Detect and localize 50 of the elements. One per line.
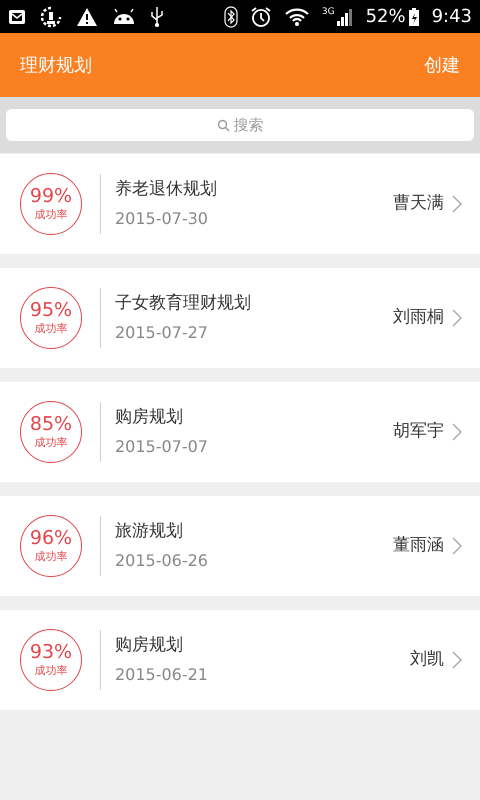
rate-label: 成功率 [34,550,68,564]
rate-value: 96% [30,528,72,548]
rate-value: 95% [30,300,72,320]
rate-label: 成功率 [34,664,68,678]
plan-title: 购房规划 [115,634,184,658]
plan-card[interactable]: 95% 成功率 子女教育理财规划 2015-07-27 刘雨桐 [0,268,480,368]
rate-value: 99% [30,186,72,206]
plan-date: 2015-07-07 [115,436,209,458]
signal-icon [336,8,354,26]
client-name: 胡军宇 [393,420,444,444]
plan-title: 养老退休规划 [115,178,218,202]
plan-date: 2015-06-21 [115,664,209,686]
chevron-right-icon [452,423,462,441]
chevron-right-icon [452,651,462,669]
warning-icon [76,6,98,26]
battery-level: 52% [366,5,406,29]
bluetooth-icon [224,6,238,28]
client-name: 刘雨桐 [393,306,444,330]
robot-icon [112,8,136,26]
client-name: 曹天满 [393,192,444,216]
chevron-right-icon [452,537,462,555]
page-title: 理财规划 [20,54,92,78]
network-type: 3G [322,8,335,16]
mail-icon [8,8,26,24]
chevron-right-icon [452,195,462,213]
client-name: 董雨涵 [393,534,444,558]
plan-card[interactable]: 93% 成功率 购房规划 2015-06-21 刘凯 [0,610,480,710]
alarm-icon [250,6,272,28]
chevron-right-icon [452,309,462,327]
plan-title: 购房规划 [115,406,184,430]
rate-value: 85% [30,414,72,434]
rate-label: 成功率 [34,322,68,336]
clock: 9:43 [432,5,472,29]
plan-date: 2015-06-26 [115,550,209,572]
battery-icon [408,6,420,26]
client-name: 刘凯 [410,648,444,672]
plan-card[interactable]: 99% 成功率 养老退休规划 2015-07-30 曹天满 [0,154,480,254]
plan-date: 2015-07-27 [115,322,209,344]
rate-label: 成功率 [34,208,68,222]
usb-icon [150,6,164,28]
rate-label: 成功率 [34,436,68,450]
wifi-icon [284,6,310,26]
search-icon [216,118,230,132]
plan-date: 2015-07-30 [115,208,209,230]
plan-card[interactable]: 96% 成功率 旅游规划 2015-06-26 董雨涵 [0,496,480,596]
plan-title: 子女教育理财规划 [115,292,252,316]
plan-card[interactable]: 85% 成功率 购房规划 2015-07-07 胡军宇 [0,382,480,482]
plan-title: 旅游规划 [115,520,184,544]
rate-value: 93% [30,642,72,662]
sync-icon [40,6,62,28]
